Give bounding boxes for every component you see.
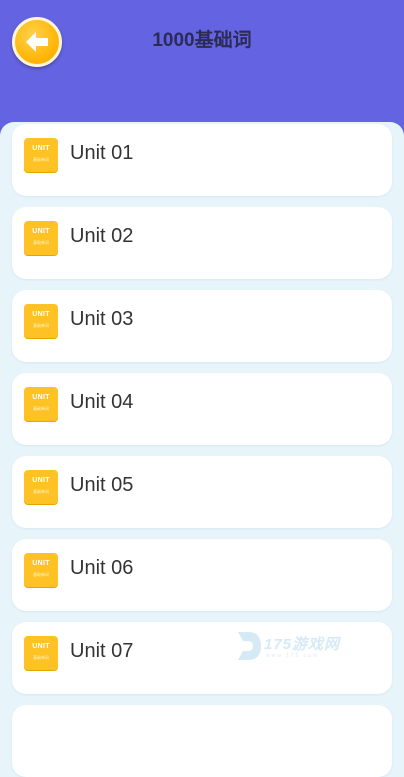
unit-icon-subtext: 基础单词 <box>33 572 49 577</box>
unit-icon: UNIT 基础单词 <box>24 138 58 172</box>
unit-label: Unit 01 <box>70 142 134 164</box>
unit-icon: UNIT 基础单词 <box>24 470 58 504</box>
unit-icon-text: UNIT <box>32 643 50 650</box>
unit-icon: UNIT 基础单词 <box>24 221 58 255</box>
unit-card-02[interactable]: UNIT 基础单词 Unit 02 <box>12 207 392 279</box>
unit-icon-subtext: 基础单词 <box>33 655 49 660</box>
unit-icon-text: UNIT <box>32 560 50 567</box>
unit-icon-subtext: 基础单词 <box>33 406 49 411</box>
watermark-text: 175游戏网 <box>264 636 341 653</box>
unit-icon: UNIT 基础单词 <box>24 387 58 421</box>
unit-label: Unit 05 <box>70 474 134 496</box>
unit-label: Unit 04 <box>70 391 134 413</box>
unit-card-04[interactable]: UNIT 基础单词 Unit 04 <box>12 373 392 445</box>
unit-icon-subtext: 基础单词 <box>33 323 49 328</box>
unit-card-08-partial[interactable] <box>12 705 392 777</box>
unit-card-06[interactable]: UNIT 基础单词 Unit 06 <box>12 539 392 611</box>
unit-icon: UNIT 基础单词 <box>24 636 58 670</box>
unit-icon-subtext: 基础单词 <box>33 240 49 245</box>
unit-card-05[interactable]: UNIT 基础单词 Unit 05 <box>12 456 392 528</box>
page-title: 1000基础词 <box>152 30 252 51</box>
unit-card-03[interactable]: UNIT 基础单词 Unit 03 <box>12 290 392 362</box>
unit-icon-subtext: 基础单词 <box>33 489 49 494</box>
unit-card-01[interactable]: UNIT 基础单词 Unit 01 <box>12 124 392 196</box>
unit-icon: UNIT 基础单词 <box>24 553 58 587</box>
unit-label: Unit 07 <box>70 640 134 662</box>
unit-icon-text: UNIT <box>32 145 50 152</box>
unit-label: Unit 06 <box>70 557 134 579</box>
unit-label: Unit 02 <box>70 225 134 247</box>
unit-icon: UNIT 基础单词 <box>24 304 58 338</box>
unit-label: Unit 03 <box>70 308 134 330</box>
watermark-d-icon <box>238 632 261 660</box>
watermark-subtext: www.175.com <box>266 653 320 659</box>
header-bar: 1000基础词 <box>0 0 404 136</box>
watermark-logo: 175游戏网 www.175.com <box>234 627 359 665</box>
unit-icon-text: UNIT <box>32 394 50 401</box>
unit-icon-text: UNIT <box>32 477 50 484</box>
unit-icon-text: UNIT <box>32 228 50 235</box>
unit-icon-text: UNIT <box>32 311 50 318</box>
unit-icon-subtext: 基础单词 <box>33 157 49 162</box>
